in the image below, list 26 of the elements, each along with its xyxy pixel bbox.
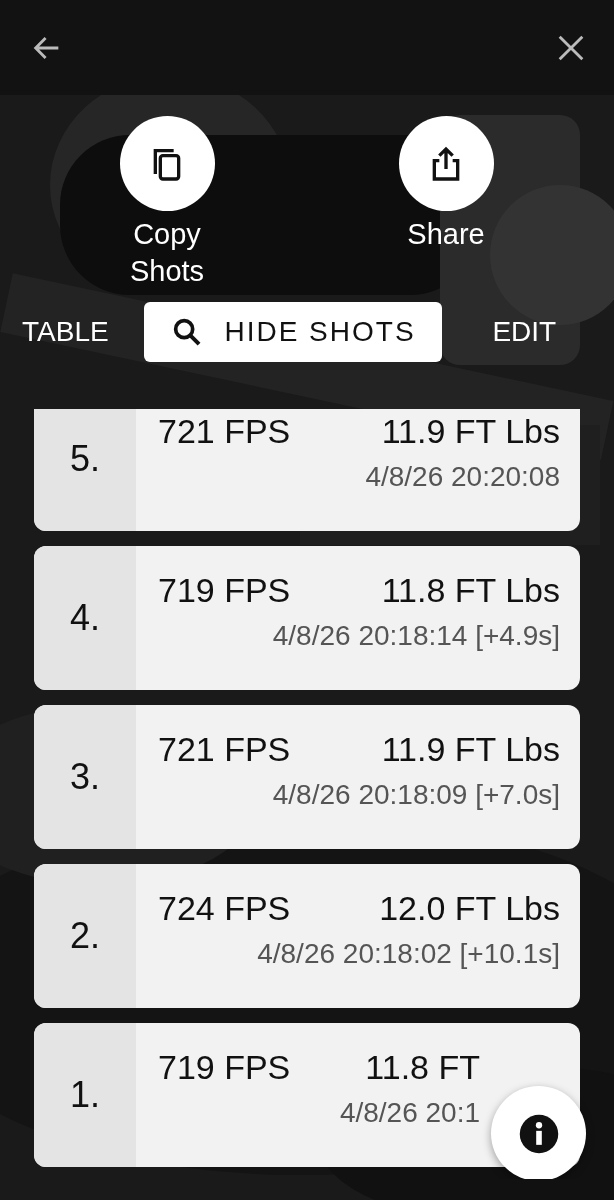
action-label: Copy Shots bbox=[128, 217, 206, 289]
timestamp-text: 4/8/26 20:20:08 bbox=[365, 461, 560, 493]
energy-text: 11.9 FT Lbs bbox=[381, 411, 560, 452]
velocity-text: 719 FPS bbox=[158, 1047, 291, 1088]
shot-number: 5. bbox=[34, 409, 136, 531]
energy-text: 11.9 FT Lbs bbox=[381, 729, 560, 770]
velocity-text: 724 FPS bbox=[158, 888, 291, 929]
energy-text: 11.8 FT bbox=[365, 1047, 480, 1088]
velocity-text: 721 FPS bbox=[158, 729, 291, 770]
timestamp-text: 4/8/26 20:18:09 [+7.0s] bbox=[272, 779, 560, 811]
shot-number: 4. bbox=[34, 546, 136, 690]
timestamp-text: 4/8/26 20:1 bbox=[339, 1097, 480, 1129]
timestamp-text: 4/8/26 20:18:14 [+4.9s] bbox=[272, 620, 560, 652]
text-button[interactable]: TABLE bbox=[22, 316, 144, 348]
velocity-text: 719 FPS bbox=[158, 570, 291, 611]
timestamp-text: 4/8/26 20:18:02 [+10.1s] bbox=[257, 938, 560, 970]
action-label: Share bbox=[406, 217, 486, 252]
velocity-text: 721 FPS bbox=[158, 411, 291, 452]
shot-number: 3. bbox=[34, 705, 136, 849]
text-button[interactable]: EDIT bbox=[492, 316, 614, 348]
info-icon bbox=[517, 1112, 560, 1155]
shot-number: 2. bbox=[34, 864, 136, 1008]
shot-number: 1. bbox=[34, 1023, 136, 1167]
energy-text: 11.8 FT Lbs bbox=[381, 570, 560, 611]
hide-shots-button[interactable]: HIDE SHOTS bbox=[143, 302, 443, 362]
energy-text: 12.0 FT Lbs bbox=[379, 888, 560, 929]
